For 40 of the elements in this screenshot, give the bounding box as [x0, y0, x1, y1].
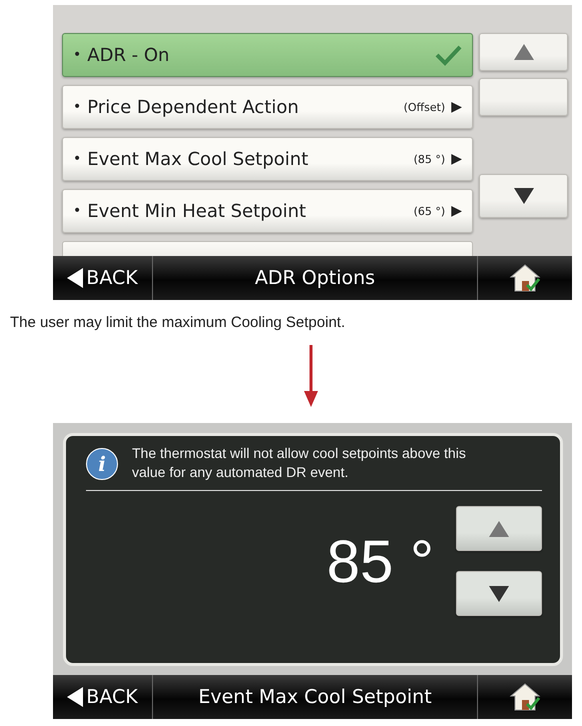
- check-icon: [434, 44, 462, 66]
- item-value: (65 °): [414, 204, 446, 218]
- item-value: (85 °): [414, 152, 446, 166]
- item-arrow: ▶: [451, 151, 462, 167]
- home-icon: [509, 263, 541, 293]
- caption: The user may limit the maximum Cooling Setpoint.: [10, 314, 346, 331]
- menu-item[interactable]: • ADR - On: [62, 33, 473, 77]
- down-triangle-icon: [512, 187, 534, 205]
- bullet: •: [73, 47, 82, 63]
- menu-item[interactable]: • Event Max Cool Setpoint (85 °) ▶: [62, 137, 473, 181]
- setpoint-value: 85 °: [326, 526, 434, 596]
- up-triangle-icon: [488, 520, 510, 538]
- scroll-up-button[interactable]: [456, 506, 542, 551]
- scroll-up-button[interactable]: [479, 33, 568, 71]
- screen-title: Event Max Cool Setpoint: [198, 686, 432, 708]
- back-button[interactable]: BACK: [53, 256, 153, 300]
- back-arrow-icon: [67, 268, 84, 288]
- bullet: •: [73, 99, 82, 115]
- back-button[interactable]: BACK: [53, 675, 153, 719]
- back-arrow-icon: [67, 687, 84, 707]
- item-arrow: ▶: [451, 203, 462, 219]
- bullet: •: [73, 203, 82, 219]
- info-icon: i: [86, 448, 118, 480]
- scroll-down-button[interactable]: [456, 571, 542, 616]
- home-icon: [509, 682, 541, 712]
- item-label: Event Min Heat Setpoint: [87, 200, 308, 222]
- item-label: Price Dependent Action: [87, 96, 300, 118]
- down-triangle-icon: [488, 584, 510, 602]
- scroll-down-button[interactable]: [479, 174, 568, 218]
- item-value: (Offset): [404, 100, 446, 114]
- item-label: Event Max Cool Setpoint: [87, 148, 310, 170]
- bullet: •: [73, 151, 82, 167]
- info-text: The thermostat will not allow cool setpoints above this value for any automated DR event.: [132, 444, 467, 482]
- item-arrow: ▶: [451, 99, 462, 115]
- down-arrow-icon: [304, 345, 318, 407]
- up-triangle-icon: [512, 43, 534, 61]
- item-label: ADR - On: [87, 44, 170, 66]
- menu-item[interactable]: • Price Dependent Action (Offset) ▶: [62, 85, 473, 129]
- menu-item[interactable]: • Event Min Heat Setpoint (65 °) ▶: [62, 189, 473, 233]
- screen-title: ADR Options: [254, 267, 376, 289]
